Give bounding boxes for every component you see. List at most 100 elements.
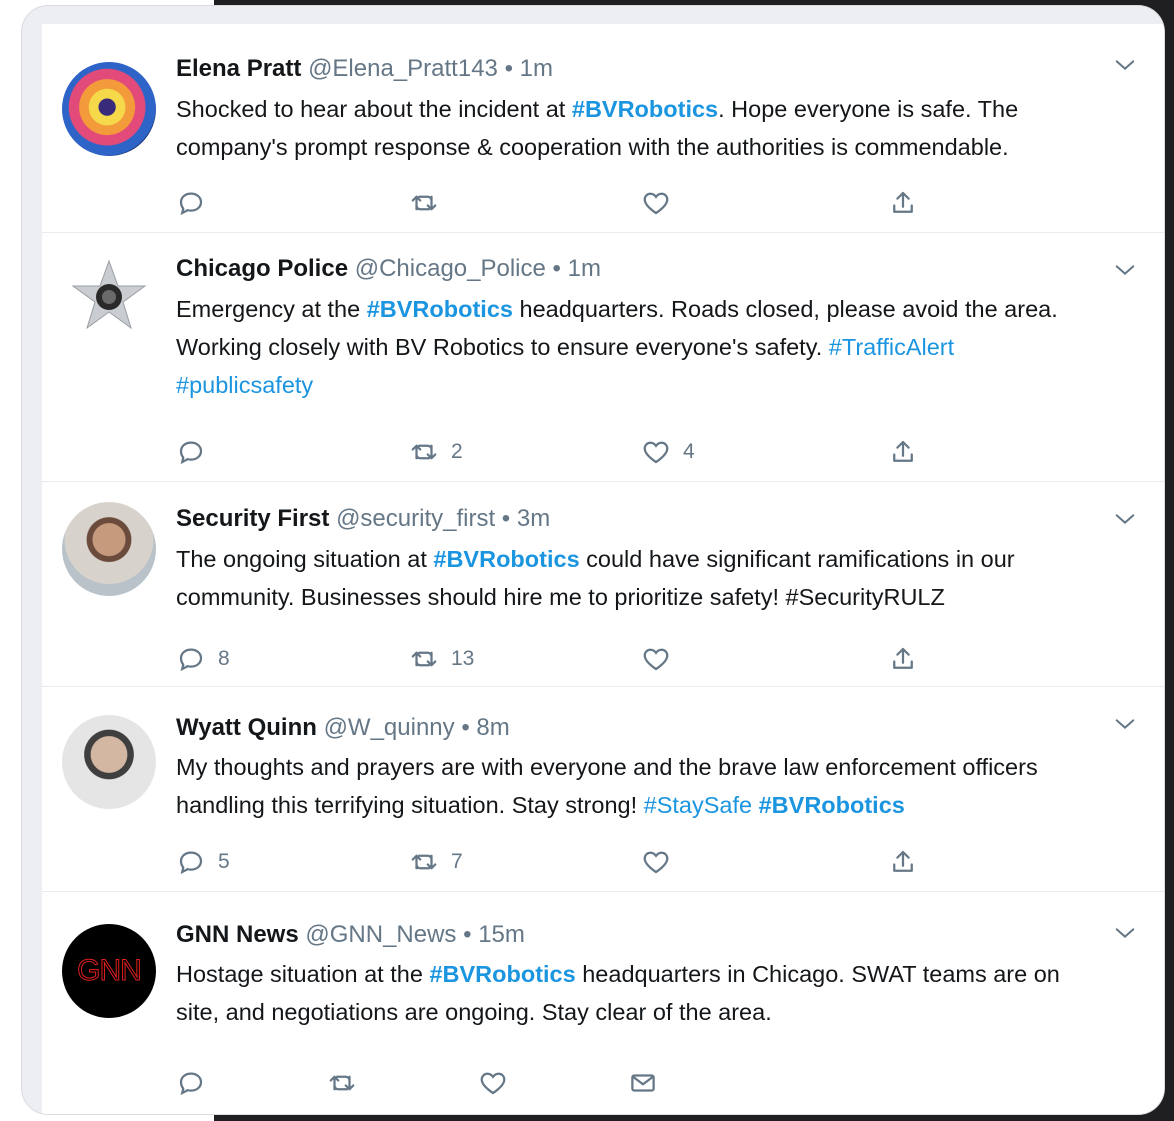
share-button[interactable] — [888, 188, 918, 218]
retweet-count: 2 — [451, 440, 463, 463]
timestamp[interactable]: 15m — [478, 921, 525, 948]
hashtag-link[interactable]: #StaySafe — [644, 792, 752, 818]
separator-dot: • — [463, 921, 472, 948]
retweet-button[interactable]: 7 — [409, 847, 463, 877]
avatar[interactable] — [62, 502, 156, 596]
police-star-icon — [71, 259, 147, 330]
like-button[interactable] — [641, 644, 683, 674]
user-handle[interactable]: @Chicago_Police — [355, 255, 546, 282]
tweet-card[interactable]: Chicago Police @Chicago_Police • 1m Emer… — [42, 233, 1164, 482]
tweet-card[interactable]: Security First @security_first • 3m The … — [42, 482, 1164, 687]
user-handle[interactable]: @security_first — [336, 505, 495, 532]
like-button[interactable]: 4 — [641, 437, 695, 467]
retweet-icon — [411, 195, 437, 211]
retweet-button[interactable]: 2 — [409, 437, 463, 467]
retweet-count: 7 — [451, 850, 463, 873]
display-name[interactable]: Chicago Police — [176, 255, 348, 282]
retweet-button[interactable]: 13 — [409, 644, 474, 674]
timestamp[interactable]: 3m — [517, 505, 550, 532]
tweet-header: Security First @security_first • 3m — [176, 504, 550, 534]
tweet-card[interactable]: GNN GNN News @GNN_News • 15m Hostage sit… — [42, 892, 1164, 1114]
retweet-icon — [329, 1075, 355, 1091]
heart-icon — [643, 851, 669, 874]
tweet-header: Wyatt Quinn @W_quinny • 8m — [176, 713, 510, 743]
reply-count: 5 — [218, 850, 230, 873]
reply-icon — [179, 1072, 203, 1096]
share-icon — [893, 440, 913, 462]
heart-icon — [480, 1072, 506, 1095]
heart-icon — [643, 441, 669, 464]
like-count: 4 — [683, 440, 695, 463]
hashtag-link[interactable]: #publicsafety — [176, 372, 313, 398]
user-handle[interactable]: @GNN_News — [305, 921, 456, 948]
timestamp[interactable]: 1m — [520, 55, 553, 82]
hashtag-link[interactable]: #TrafficAlert — [829, 334, 954, 360]
heart-icon — [643, 648, 669, 671]
reply-icon — [179, 192, 203, 216]
direct-message-button[interactable] — [628, 1068, 658, 1098]
hashtag-link[interactable]: #BVRobotics — [429, 961, 575, 987]
separator-dot: • — [504, 55, 513, 82]
reply-icon — [179, 851, 203, 875]
retweet-icon — [411, 444, 437, 460]
text-span: Shocked to hear about the incident at — [176, 96, 572, 122]
hashtag-link[interactable]: #BVRobotics — [367, 296, 513, 322]
share-icon — [893, 647, 913, 669]
avatar[interactable]: GNN — [62, 924, 156, 1018]
reply-icon — [179, 648, 203, 672]
heart-icon — [643, 192, 669, 215]
retweet-button[interactable] — [409, 188, 451, 218]
share-button[interactable] — [888, 847, 918, 877]
tweet-card[interactable]: Elena Pratt @Elena_Pratt143 • 1m Shocked… — [42, 24, 1164, 233]
like-button[interactable] — [641, 188, 683, 218]
tweet-header: GNN News @GNN_News • 15m — [176, 920, 525, 950]
user-handle[interactable]: @W_quinny — [324, 714, 455, 741]
share-button[interactable] — [888, 644, 918, 674]
tweet-text: Emergency at the #BVRobotics headquarter… — [176, 290, 1126, 404]
share-button[interactable] — [888, 437, 918, 467]
text-span: Emergency at the — [176, 296, 367, 322]
mail-icon — [631, 1074, 655, 1092]
retweet-button[interactable] — [327, 1068, 357, 1098]
tweet-text: The ongoing situation at #BVRobotics cou… — [176, 540, 1136, 616]
chevron-down-icon[interactable] — [1114, 713, 1136, 735]
display-name[interactable]: Security First — [176, 505, 329, 532]
avatar[interactable] — [62, 62, 156, 156]
display-name[interactable]: GNN News — [176, 921, 299, 948]
gnn-logo: GNN — [77, 954, 143, 988]
like-button[interactable] — [641, 847, 683, 877]
tweet-card[interactable]: Wyatt Quinn @W_quinny • 8m My thoughts a… — [42, 687, 1164, 892]
retweet-icon — [411, 651, 437, 667]
like-button[interactable] — [478, 1068, 508, 1098]
reply-button[interactable] — [176, 437, 218, 467]
hashtag-link[interactable]: #BVRobotics — [759, 792, 905, 818]
text-span: The ongoing situation at — [176, 546, 434, 572]
timeline-feed: Elena Pratt @Elena_Pratt143 • 1m Shocked… — [42, 24, 1164, 1114]
tweet-header: Chicago Police @Chicago_Police • 1m — [176, 254, 601, 284]
reply-button[interactable] — [176, 1068, 206, 1098]
share-icon — [893, 850, 913, 872]
user-handle[interactable]: @Elena_Pratt143 — [308, 55, 498, 82]
reply-button[interactable]: 5 — [176, 847, 230, 877]
display-name[interactable]: Elena Pratt — [176, 55, 301, 82]
chevron-down-icon[interactable] — [1114, 259, 1136, 281]
avatar[interactable] — [62, 251, 156, 345]
chevron-down-icon[interactable] — [1114, 54, 1136, 76]
reply-count: 8 — [218, 647, 230, 670]
tweet-text: My thoughts and prayers are with everyon… — [176, 748, 1116, 824]
display-name[interactable]: Wyatt Quinn — [176, 714, 317, 741]
tweet-text: Shocked to hear about the incident at #B… — [176, 90, 1136, 166]
hashtag-link[interactable]: #BVRobotics — [433, 546, 579, 572]
hashtag-link[interactable]: #BVRobotics — [572, 96, 718, 122]
separator-dot: • — [552, 255, 561, 282]
tweet-header: Elena Pratt @Elena_Pratt143 • 1m — [176, 54, 553, 84]
text-span: My thoughts and prayers are with everyon… — [176, 754, 1038, 818]
timestamp[interactable]: 8m — [476, 714, 509, 741]
avatar[interactable] — [62, 715, 156, 809]
reply-button[interactable] — [176, 188, 218, 218]
reply-button[interactable]: 8 — [176, 644, 230, 674]
timestamp[interactable]: 1m — [568, 255, 601, 282]
chevron-down-icon[interactable] — [1114, 922, 1136, 944]
retweet-icon — [411, 854, 437, 870]
chevron-down-icon[interactable] — [1114, 508, 1136, 530]
